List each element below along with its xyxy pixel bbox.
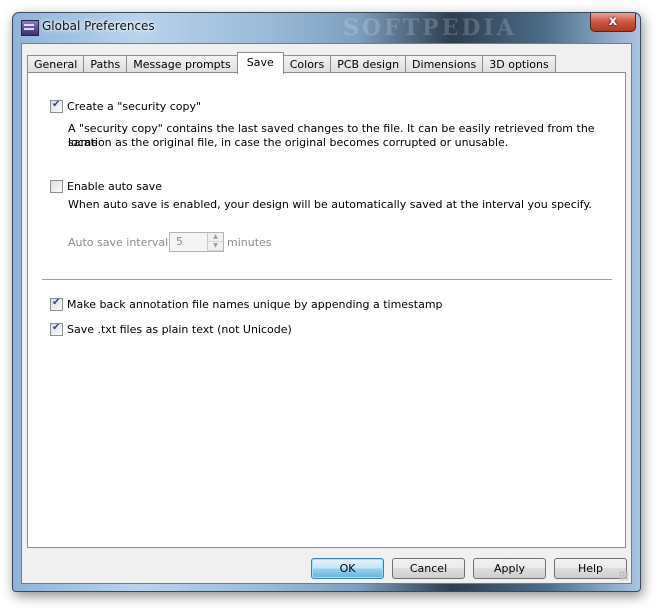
section-divider	[42, 279, 612, 281]
security-copy-checkbox[interactable]	[50, 99, 63, 113]
dialog-client: General Paths Message prompts Save Color…	[21, 43, 632, 584]
unique-names-option[interactable]: Make back annotation file names unique b…	[50, 297, 443, 311]
security-copy-option[interactable]: Create a "security copy"	[50, 99, 202, 113]
auto-save-option[interactable]: Enable auto save	[50, 180, 162, 193]
plain-text-checkbox[interactable]	[50, 322, 63, 336]
auto-save-checkbox[interactable]	[50, 180, 63, 193]
close-button[interactable]: x	[590, 13, 636, 32]
auto-save-interval-unit: minutes	[227, 236, 272, 249]
ok-button[interactable]: OK	[311, 558, 384, 579]
window-title: Global Preferences	[42, 19, 155, 33]
global-preferences-window: Global Preferences SOFTPEDIA x General P…	[12, 12, 641, 592]
unique-names-label: Make back annotation file names unique b…	[67, 298, 443, 311]
cancel-button[interactable]: Cancel	[392, 558, 465, 579]
plain-text-option[interactable]: Save .txt files as plain text (not Unico…	[50, 322, 292, 336]
plain-text-label: Save .txt files as plain text (not Unico…	[67, 323, 292, 336]
apply-button[interactable]: Apply	[473, 558, 546, 579]
close-icon: x	[608, 14, 618, 29]
auto-save-interval-value[interactable]: 5	[176, 235, 183, 248]
app-icon	[21, 20, 39, 36]
spin-down-icon[interactable]: ▼	[208, 242, 223, 251]
tab-strip: General Paths Message prompts Save Color…	[27, 52, 556, 74]
security-copy-description-2: location as the original file, in case t…	[68, 136, 509, 149]
help-button[interactable]: Help	[554, 558, 627, 579]
unique-names-checkbox[interactable]	[50, 297, 63, 311]
spin-up-icon[interactable]: ▲	[208, 233, 223, 242]
resize-grip-icon[interactable]	[619, 571, 629, 581]
spin-buttons: ▲ ▼	[207, 233, 223, 251]
auto-save-description: When auto save is enabled, your design w…	[68, 198, 592, 211]
title-bar[interactable]: Global Preferences SOFTPEDIA x	[13, 13, 640, 43]
save-tab-panel: Create a "security copy" A "security cop…	[27, 72, 626, 548]
auto-save-interval-label: Auto save interval:	[68, 236, 172, 249]
security-copy-label: Create a "security copy"	[67, 100, 202, 113]
auto-save-label: Enable auto save	[67, 180, 162, 193]
tab-save[interactable]: Save	[236, 52, 284, 74]
auto-save-interval-spinbox[interactable]: 5 ▲ ▼	[169, 232, 224, 252]
watermark: SOFTPEDIA	[343, 15, 517, 41]
